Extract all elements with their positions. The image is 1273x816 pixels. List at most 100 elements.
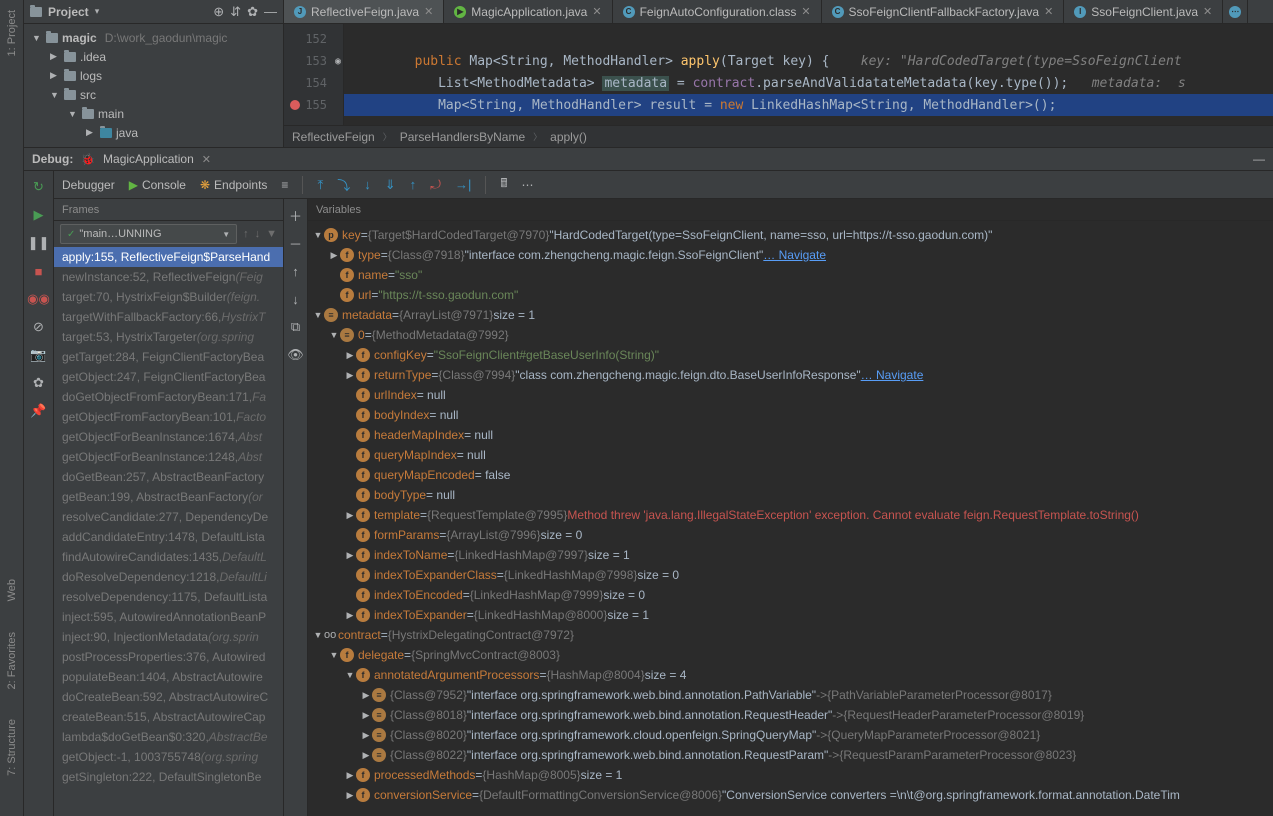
threads-icon[interactable]: ≡ — [281, 178, 288, 192]
code-area[interactable]: 152 153◉ 154 155 public Map<String, Meth… — [284, 24, 1273, 125]
var-row[interactable]: ▼fannotatedArgumentProcessors = {HashMap… — [308, 665, 1273, 685]
tab-more[interactable]: ⋯ — [1223, 0, 1248, 23]
hide-icon[interactable]: — — [1253, 152, 1265, 166]
frame-row[interactable]: getObjectForBeanInstance:1248, Abst — [54, 447, 283, 467]
run-to-cursor-icon[interactable]: →| — [455, 177, 471, 192]
tree-item[interactable]: ▶.idea — [24, 47, 283, 66]
filter-icon[interactable]: ▼ — [266, 228, 277, 240]
next-frame-icon[interactable]: ↓ — [255, 228, 261, 240]
var-row[interactable]: ▶fconfigKey = "SsoFeignClient#getBaseUse… — [308, 345, 1273, 365]
step-into-icon[interactable]: ↓ — [364, 177, 371, 192]
close-icon[interactable]: ✕ — [424, 5, 433, 18]
navigate-link[interactable]: … Navigate — [763, 248, 826, 262]
rail-project[interactable]: 1: Project — [6, 10, 18, 56]
locate-icon[interactable]: ⊕ — [213, 4, 224, 20]
step-over-icon[interactable]: ⤵ — [337, 175, 350, 194]
tree-item[interactable]: ▶logs — [24, 66, 283, 85]
frame-row[interactable]: inject:90, InjectionMetadata (org.sprin — [54, 627, 283, 647]
var-row[interactable]: fqueryMapIndex = null — [308, 445, 1273, 465]
dump-button[interactable]: 📷 — [29, 345, 49, 365]
show-exec-point-icon[interactable]: ⤒ — [317, 177, 323, 193]
dropdown-icon[interactable]: ▾ — [95, 6, 100, 17]
var-row[interactable]: furl = "https://t-sso.gaodun.com" — [308, 285, 1273, 305]
tab-reflective-feign[interactable]: JReflectiveFeign.java✕ — [284, 0, 444, 23]
evaluate-icon[interactable]: 🖩 — [500, 174, 507, 195]
var-row[interactable]: ▶fconversionService = {DefaultFormatting… — [308, 785, 1273, 805]
frame-row[interactable]: resolveCandidate:277, DependencyDe — [54, 507, 283, 527]
console-tab[interactable]: ▶Console — [129, 178, 186, 192]
up-icon[interactable]: ↑ — [286, 261, 306, 281]
drop-frame-icon[interactable]: ⤾ — [430, 177, 441, 193]
frame-row[interactable]: getObject:247, FeignClientFactoryBea — [54, 367, 283, 387]
var-row[interactable]: fformParams = {ArrayList@7996} size = 0 — [308, 525, 1273, 545]
frame-row[interactable]: getTarget:284, FeignClientFactoryBea — [54, 347, 283, 367]
var-row[interactable]: findexToEncoded = {LinkedHashMap@7999} s… — [308, 585, 1273, 605]
resume-button[interactable]: ▶ — [29, 205, 49, 225]
frame-row[interactable]: doCreateBean:592, AbstractAutowireC — [54, 687, 283, 707]
var-row[interactable]: fbodyIndex = null — [308, 405, 1273, 425]
breakpoints-button[interactable]: ◉◉ — [29, 289, 49, 309]
var-row[interactable]: ▼oocontract = {HystrixDelegatingContract… — [308, 625, 1273, 645]
var-row[interactable]: ▶fprocessedMethods = {HashMap@8005} size… — [308, 765, 1273, 785]
close-icon[interactable]: ✕ — [1044, 5, 1053, 18]
frame-row[interactable]: findAutowireCandidates:1435, DefaultL — [54, 547, 283, 567]
navigate-link[interactable]: … Navigate — [861, 368, 924, 382]
down-icon[interactable]: ↓ — [286, 289, 306, 309]
frame-row[interactable]: inject:595, AutowiredAnnotationBeanP — [54, 607, 283, 627]
var-row[interactable]: ▼fdelegate = {SpringMvcContract@8003} — [308, 645, 1273, 665]
rail-favorites[interactable]: 2: Favorites — [6, 632, 18, 689]
rail-web[interactable]: Web — [6, 579, 18, 601]
collapse-icon[interactable]: ⇵ — [230, 4, 241, 20]
trace-icon[interactable]: ⋯ — [522, 178, 534, 192]
var-row[interactable]: ▶≡{Class@8018} "interface org.springfram… — [308, 705, 1273, 725]
settings-button[interactable]: ✿ — [29, 373, 49, 393]
frame-row[interactable]: getObject:-1, 1003755748 (org.spring — [54, 747, 283, 767]
frame-row[interactable]: postProcessProperties:376, Autowired — [54, 647, 283, 667]
thread-selector[interactable]: ✓"main…UNNING▼ — [60, 224, 237, 244]
var-row[interactable]: ▶≡{Class@8022} "interface org.springfram… — [308, 745, 1273, 765]
frame-row[interactable]: getBean:199, AbstractBeanFactory (or — [54, 487, 283, 507]
frame-row[interactable]: populateBean:1404, AbstractAutowire — [54, 667, 283, 687]
pause-button[interactable]: ❚❚ — [29, 233, 49, 253]
frame-row[interactable]: doGetObjectFromFactoryBean:171, Fa — [54, 387, 283, 407]
breakpoint-icon[interactable] — [290, 100, 300, 110]
stop-button[interactable]: ■ — [29, 261, 49, 281]
frame-row[interactable]: resolveDependency:1175, DefaultLista — [54, 587, 283, 607]
tab-feign-auto[interactable]: CFeignAutoConfiguration.class✕ — [613, 0, 822, 23]
remove-watch-icon[interactable]: － — [286, 233, 306, 253]
frame-row[interactable]: apply:155, ReflectiveFeign$ParseHand — [54, 247, 283, 267]
var-row[interactable]: ▶ftemplate = {RequestTemplate@7995} Meth… — [308, 505, 1273, 525]
breadcrumb-item[interactable]: ReflectiveFeign — [292, 130, 375, 144]
var-row[interactable]: fbodyType = null — [308, 485, 1273, 505]
var-row[interactable]: ▼≡0 = {MethodMetadata@7992} — [308, 325, 1273, 345]
var-row[interactable]: fqueryMapEncoded = false — [308, 465, 1273, 485]
close-icon[interactable]: ✕ — [1203, 5, 1212, 18]
var-row[interactable]: furlIndex = null — [308, 385, 1273, 405]
frame-row[interactable]: lambda$doGetBean$0:320, AbstractBe — [54, 727, 283, 747]
tab-magic-app[interactable]: ▶MagicApplication.java✕ — [444, 0, 612, 23]
tree-root[interactable]: ▼magicD:\work_gaodun\magic — [24, 28, 283, 47]
tab-sso-fallback[interactable]: CSsoFeignClientFallbackFactory.java✕ — [822, 0, 1065, 23]
tree-item[interactable]: ▼src — [24, 85, 283, 104]
gear-icon[interactable]: ✿ — [247, 4, 258, 20]
endpoints-tab[interactable]: ❋Endpoints — [200, 178, 267, 192]
frame-row[interactable]: doResolveDependency:1218, DefaultLi — [54, 567, 283, 587]
override-icon[interactable]: ◉ — [335, 56, 341, 67]
mute-button[interactable]: ⊘ — [29, 317, 49, 337]
watches-icon[interactable]: 👁 — [286, 345, 306, 365]
var-row[interactable]: ▶≡{Class@7952} "interface org.springfram… — [308, 685, 1273, 705]
prev-frame-icon[interactable]: ↑ — [243, 228, 249, 240]
frame-row[interactable]: getSingleton:222, DefaultSingletonBe — [54, 767, 283, 787]
close-icon[interactable]: ✕ — [801, 5, 810, 18]
debugger-tab[interactable]: Debugger — [62, 178, 115, 192]
rerun-button[interactable]: ↻ — [29, 177, 49, 197]
var-row[interactable]: findexToExpanderClass = {LinkedHashMap@7… — [308, 565, 1273, 585]
var-row[interactable]: ▶findexToExpander = {LinkedHashMap@8000}… — [308, 605, 1273, 625]
breadcrumb-item[interactable]: apply() — [550, 130, 587, 144]
tree-item[interactable]: ▼main — [24, 104, 283, 123]
var-row[interactable]: ▶≡{Class@8020} "interface org.springfram… — [308, 725, 1273, 745]
frame-row[interactable]: newInstance:52, ReflectiveFeign (Feig — [54, 267, 283, 287]
var-row[interactable]: ▼≡metadata = {ArrayList@7971} size = 1 — [308, 305, 1273, 325]
pin-button[interactable]: 📌 — [29, 401, 49, 421]
var-row[interactable]: ▶ftype = {Class@7918} "interface com.zhe… — [308, 245, 1273, 265]
